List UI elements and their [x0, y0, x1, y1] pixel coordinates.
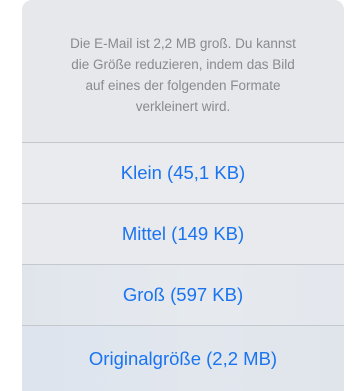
sheet-message: Die E-Mail ist 2,2 MB groß. Du kannst di…	[22, 0, 344, 142]
image-size-action-sheet: Die E-Mail ist 2,2 MB groß. Du kannst di…	[22, 0, 344, 391]
message-line-2: die Größe reduzieren, indem das Bild	[71, 57, 295, 72]
option-medium-button[interactable]: Mittel (149 KB)	[22, 203, 344, 264]
option-large-button[interactable]: Groß (597 KB)	[22, 264, 344, 325]
message-line-3: auf eines der folgenden Formate	[85, 78, 281, 93]
option-small-button[interactable]: Klein (45,1 KB)	[22, 142, 344, 203]
message-line-4: verkleinert wird.	[135, 99, 231, 114]
message-line-1: Die E-Mail ist 2,2 MB groß. Du kannst	[70, 36, 296, 51]
option-original-size-button[interactable]: Originalgröße (2,2 MB)	[22, 325, 344, 391]
